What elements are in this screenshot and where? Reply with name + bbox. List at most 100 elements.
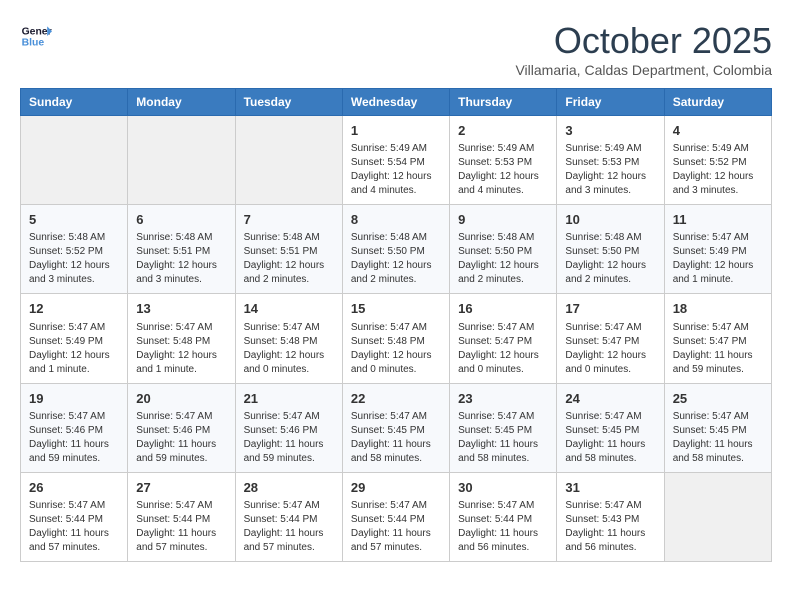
calendar-cell: 6Sunrise: 5:48 AM Sunset: 5:51 PM Daylig… <box>128 205 235 294</box>
day-number: 6 <box>136 211 226 229</box>
calendar-cell <box>235 116 342 205</box>
calendar-cell <box>664 472 771 561</box>
calendar-cell: 4 Sunrise: 5:49 AM Sunset: 5:52 PM Daylig… <box>664 116 771 205</box>
logo: General Blue <box>20 20 52 52</box>
calendar-cell: 5 Sunrise: 5:48 AM Sunset: 5:52 PM Daylig… <box>21 205 128 294</box>
day-header-sunday: Sunday <box>21 89 128 116</box>
day-detail: Sunrise: 5:48 AM Sunset: 5:50 PM Dayligh… <box>351 231 441 287</box>
day-detail: Sunrise: 5:48 AM Sunset: 5:50 PM Dayligh… <box>458 231 548 287</box>
day-detail: Sunrise: 5:47 AM Sunset: 5:47 PM Dayligh… <box>458 321 548 377</box>
calendar-cell: 27 Sunrise: 5:47 AM Sunset: 5:44 PM Dayli… <box>128 472 235 561</box>
calendar-cell: 20 Sunrise: 5:47 AM Sunset: 5:46 PM Dayli… <box>128 383 235 472</box>
day-detail: Sunrise: 5:49 AM Sunset: 5:52 PM Dayligh… <box>673 142 763 198</box>
day-detail: Sunrise: 5:47 AM Sunset: 5:45 PM Dayligh… <box>351 410 441 466</box>
calendar-cell: 17 Sunrise: 5:47 AM Sunset: 5:47 PM Dayli… <box>557 294 664 383</box>
day-detail: Sunrise: 5:47 AM Sunset: 5:44 PM Dayligh… <box>458 499 548 555</box>
calendar-cell: 15Sunrise: 5:47 AM Sunset: 5:48 PM Dayli… <box>342 294 449 383</box>
header: General Blue October 2025 Villamaria, Ca… <box>20 20 772 78</box>
day-number: 1 <box>351 122 441 140</box>
calendar-cell: 7 Sunrise: 5:48 AM Sunset: 5:51 PM Daylig… <box>235 205 342 294</box>
day-number: 18 <box>673 300 763 318</box>
calendar-cell: 12 Sunrise: 5:47 AM Sunset: 5:49 PM Dayli… <box>21 294 128 383</box>
calendar-cell: 21Sunrise: 5:47 AM Sunset: 5:46 PM Dayli… <box>235 383 342 472</box>
day-number: 17 <box>565 300 655 318</box>
calendar-cell: 13Sunrise: 5:47 AM Sunset: 5:48 PM Dayli… <box>128 294 235 383</box>
day-detail: Sunrise: 5:47 AM Sunset: 5:43 PM Dayligh… <box>565 499 655 555</box>
calendar-cell <box>128 116 235 205</box>
day-number: 24 <box>565 390 655 408</box>
day-number: 7 <box>244 211 334 229</box>
calendar-cell: 22 Sunrise: 5:47 AM Sunset: 5:45 PM Dayli… <box>342 383 449 472</box>
day-number: 27 <box>136 479 226 497</box>
day-number: 20 <box>136 390 226 408</box>
day-number: 2 <box>458 122 548 140</box>
calendar-cell: 16 Sunrise: 5:47 AM Sunset: 5:47 PM Dayli… <box>450 294 557 383</box>
calendar-table: SundayMondayTuesdayWednesdayThursdayFrid… <box>20 88 772 562</box>
day-detail: Sunrise: 5:48 AM Sunset: 5:51 PM Dayligh… <box>244 231 334 287</box>
calendar-cell: 28Sunrise: 5:47 AM Sunset: 5:44 PM Dayli… <box>235 472 342 561</box>
day-number: 31 <box>565 479 655 497</box>
day-detail: Sunrise: 5:47 AM Sunset: 5:47 PM Dayligh… <box>565 321 655 377</box>
day-detail: Sunrise: 5:49 AM Sunset: 5:53 PM Dayligh… <box>565 142 655 198</box>
day-number: 15 <box>351 300 441 318</box>
day-number: 8 <box>351 211 441 229</box>
day-detail: Sunrise: 5:49 AM Sunset: 5:53 PM Dayligh… <box>458 142 548 198</box>
day-header-saturday: Saturday <box>664 89 771 116</box>
calendar-week-row: 12 Sunrise: 5:47 AM Sunset: 5:49 PM Dayli… <box>21 294 772 383</box>
day-number: 25 <box>673 390 763 408</box>
calendar-cell: 3 Sunrise: 5:49 AM Sunset: 5:53 PM Daylig… <box>557 116 664 205</box>
day-detail: Sunrise: 5:48 AM Sunset: 5:52 PM Dayligh… <box>29 231 119 287</box>
day-detail: Sunrise: 5:47 AM Sunset: 5:44 PM Dayligh… <box>29 499 119 555</box>
day-number: 23 <box>458 390 548 408</box>
day-detail: Sunrise: 5:47 AM Sunset: 5:44 PM Dayligh… <box>244 499 334 555</box>
day-detail: Sunrise: 5:47 AM Sunset: 5:48 PM Dayligh… <box>244 321 334 377</box>
day-detail: Sunrise: 5:47 AM Sunset: 5:45 PM Dayligh… <box>673 410 763 466</box>
day-detail: Sunrise: 5:47 AM Sunset: 5:44 PM Dayligh… <box>136 499 226 555</box>
day-number: 14 <box>244 300 334 318</box>
day-number: 26 <box>29 479 119 497</box>
calendar-cell: 11Sunrise: 5:47 AM Sunset: 5:49 PM Dayli… <box>664 205 771 294</box>
day-number: 4 <box>673 122 763 140</box>
month-title: October 2025 <box>515 20 772 62</box>
day-detail: Sunrise: 5:47 AM Sunset: 5:46 PM Dayligh… <box>29 410 119 466</box>
day-number: 22 <box>351 390 441 408</box>
day-number: 3 <box>565 122 655 140</box>
day-header-tuesday: Tuesday <box>235 89 342 116</box>
calendar-cell: 2 Sunrise: 5:49 AM Sunset: 5:53 PM Daylig… <box>450 116 557 205</box>
calendar-week-row: 26 Sunrise: 5:47 AM Sunset: 5:44 PM Dayli… <box>21 472 772 561</box>
calendar-cell: 14 Sunrise: 5:47 AM Sunset: 5:48 PM Dayli… <box>235 294 342 383</box>
day-number: 9 <box>458 211 548 229</box>
calendar-cell: 18Sunrise: 5:47 AM Sunset: 5:47 PM Dayli… <box>664 294 771 383</box>
day-detail: Sunrise: 5:47 AM Sunset: 5:49 PM Dayligh… <box>29 321 119 377</box>
day-number: 13 <box>136 300 226 318</box>
day-number: 5 <box>29 211 119 229</box>
calendar-cell: 30Sunrise: 5:47 AM Sunset: 5:44 PM Dayli… <box>450 472 557 561</box>
calendar-cell: 24 Sunrise: 5:47 AM Sunset: 5:45 PM Dayli… <box>557 383 664 472</box>
svg-text:Blue: Blue <box>22 38 45 49</box>
calendar-week-row: 5 Sunrise: 5:48 AM Sunset: 5:52 PM Daylig… <box>21 205 772 294</box>
logo-icon: General Blue <box>20 20 52 52</box>
day-number: 12 <box>29 300 119 318</box>
location-subtitle: Villamaria, Caldas Department, Colombia <box>515 62 772 78</box>
calendar-week-row: 19Sunrise: 5:47 AM Sunset: 5:46 PM Dayli… <box>21 383 772 472</box>
day-detail: Sunrise: 5:47 AM Sunset: 5:45 PM Dayligh… <box>458 410 548 466</box>
day-number: 16 <box>458 300 548 318</box>
day-detail: Sunrise: 5:47 AM Sunset: 5:44 PM Dayligh… <box>351 499 441 555</box>
day-number: 21 <box>244 390 334 408</box>
day-detail: Sunrise: 5:47 AM Sunset: 5:46 PM Dayligh… <box>136 410 226 466</box>
calendar-cell: 10 Sunrise: 5:48 AM Sunset: 5:50 PM Dayli… <box>557 205 664 294</box>
day-number: 29 <box>351 479 441 497</box>
day-header-wednesday: Wednesday <box>342 89 449 116</box>
calendar-cell: 29 Sunrise: 5:47 AM Sunset: 5:44 PM Dayli… <box>342 472 449 561</box>
calendar-cell: 1Sunrise: 5:49 AM Sunset: 5:54 PM Daylig… <box>342 116 449 205</box>
day-detail: Sunrise: 5:48 AM Sunset: 5:50 PM Dayligh… <box>565 231 655 287</box>
calendar-cell: 23 Sunrise: 5:47 AM Sunset: 5:45 PM Dayli… <box>450 383 557 472</box>
day-detail: Sunrise: 5:47 AM Sunset: 5:49 PM Dayligh… <box>673 231 763 287</box>
calendar-cell: 19Sunrise: 5:47 AM Sunset: 5:46 PM Dayli… <box>21 383 128 472</box>
calendar-cell <box>21 116 128 205</box>
calendar-header-row: SundayMondayTuesdayWednesdayThursdayFrid… <box>21 89 772 116</box>
day-header-friday: Friday <box>557 89 664 116</box>
day-number: 10 <box>565 211 655 229</box>
day-detail: Sunrise: 5:47 AM Sunset: 5:45 PM Dayligh… <box>565 410 655 466</box>
day-header-thursday: Thursday <box>450 89 557 116</box>
